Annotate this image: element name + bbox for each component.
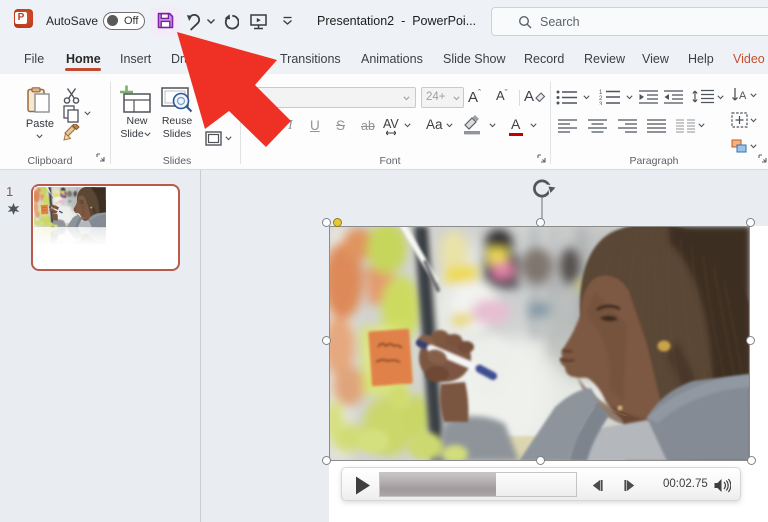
svg-text:3: 3 (599, 102, 603, 105)
svg-text:A: A (739, 90, 747, 102)
